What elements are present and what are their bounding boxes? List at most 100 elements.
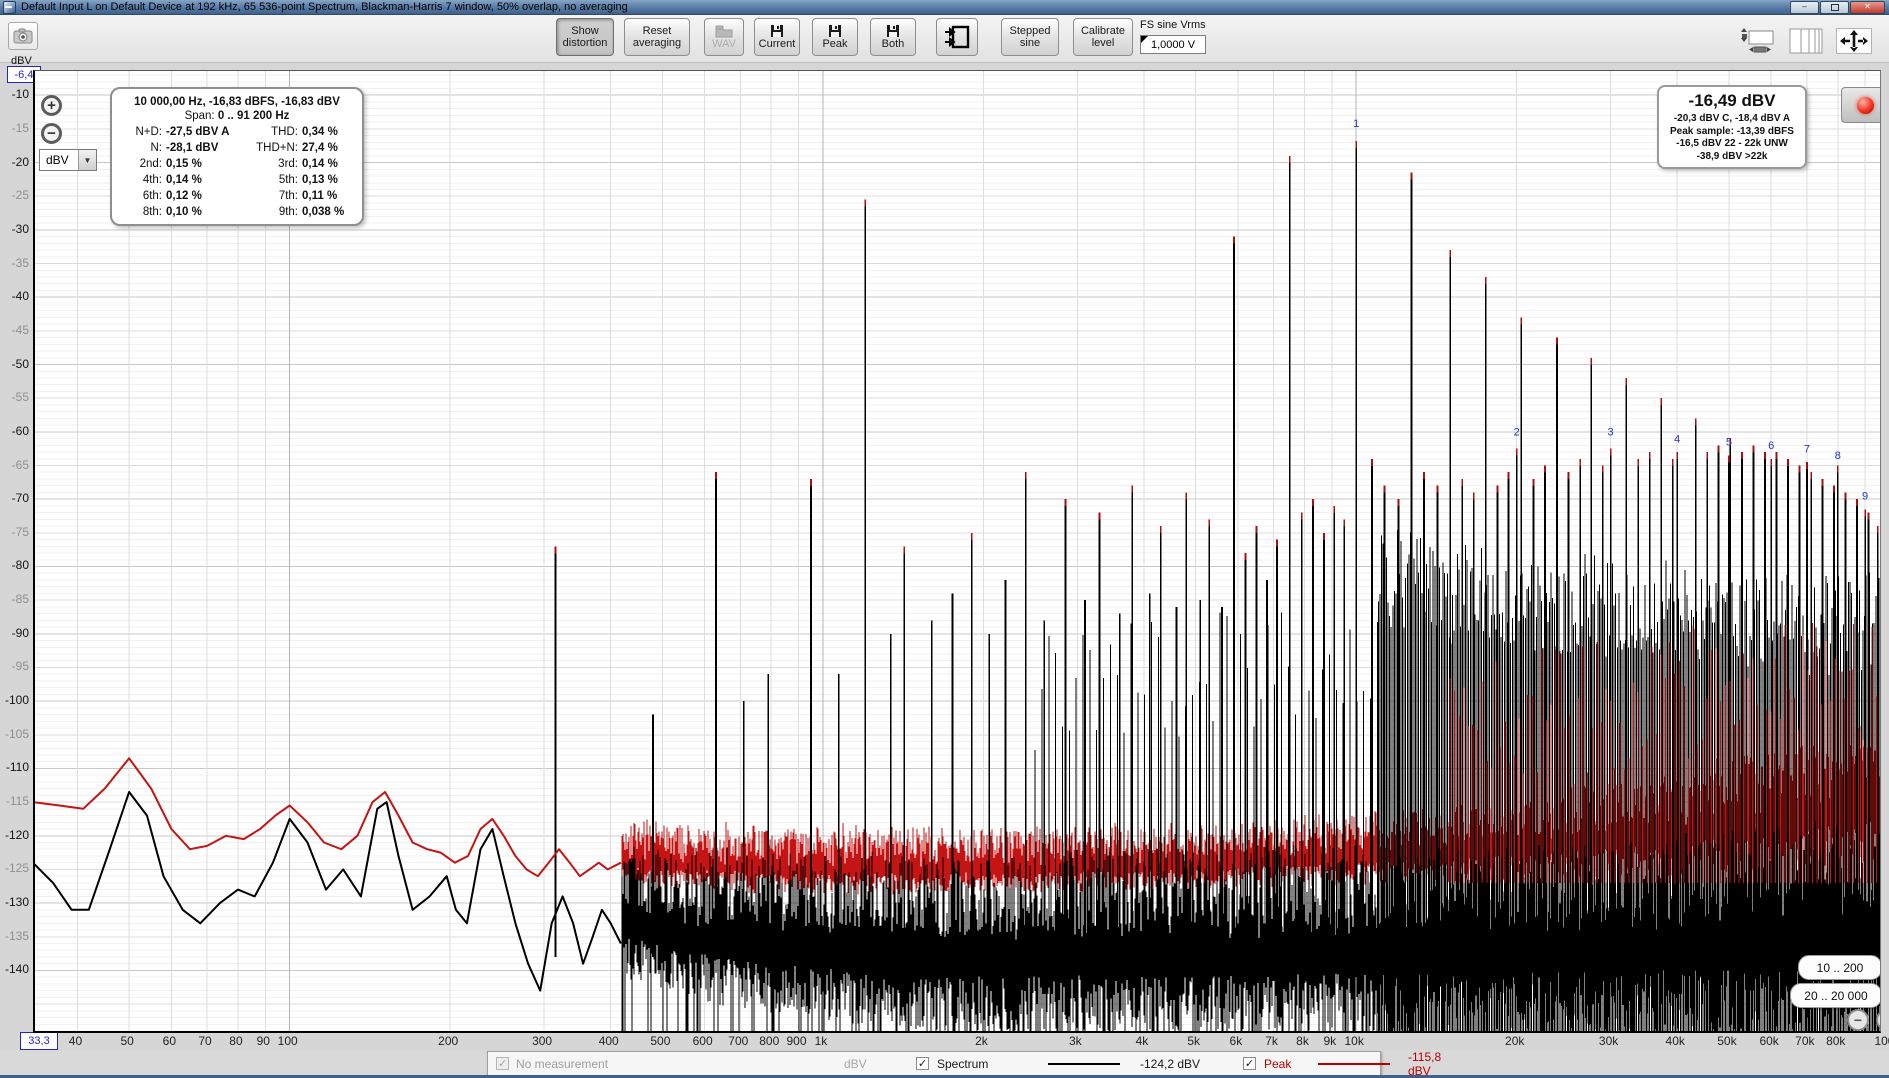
harmonic-marker-8: 8: [1835, 450, 1841, 462]
peak-spike-caps: [554, 141, 1879, 560]
distortion-cell: THD+N:: [256, 142, 298, 154]
stepped-sine-label: Stepped sine: [1009, 25, 1051, 49]
camera-icon: [13, 28, 33, 44]
x-axis-label: 100k: [1874, 1034, 1889, 1048]
zoom-in-y-button[interactable]: +: [41, 95, 62, 116]
expand-scale-button[interactable]: [1836, 27, 1872, 54]
screenshot-button[interactable]: [8, 22, 38, 50]
distortion-cell: 0,14 %: [166, 174, 202, 186]
distortion-cell: 7th:: [278, 190, 298, 202]
legend-unit-label: dBV: [844, 1056, 867, 1071]
x-axis-label: 4k: [1135, 1034, 1149, 1048]
minimize-button[interactable]: –: [1790, 0, 1819, 14]
x-axis-left-value-field[interactable]: 33,3: [20, 1032, 58, 1050]
spectrum-line-sample: [1048, 1062, 1120, 1065]
y-unit-dropdown[interactable]: dBV ▼: [39, 149, 97, 171]
zoom-out-x-button[interactable]: −: [1847, 1009, 1869, 1031]
distortion-cell: 0,10 %: [166, 206, 202, 218]
toolbar: Show distortion Reset averaging WAV Curr…: [0, 15, 1889, 63]
x-axis-label: 3k: [1069, 1034, 1082, 1048]
distortion-cell: 8th:: [142, 206, 162, 218]
level-line5: -38,9 dBV >22k: [1696, 150, 1768, 162]
x-axis-label: 20k: [1505, 1034, 1525, 1048]
zoom-out-y-button[interactable]: −: [41, 123, 62, 144]
y-axis-label: -80: [11, 558, 29, 573]
distortion-cell: THD:: [271, 126, 298, 138]
y-axis-label: -75: [11, 524, 29, 539]
level-line3: Peak sample: -13,39 dBFS: [1670, 125, 1794, 137]
spectrum-checkbox[interactable]: ✓: [916, 1057, 929, 1070]
distortion-cell: 9th:: [278, 206, 298, 218]
y-axis-label: -45: [11, 322, 29, 337]
distortion-cell: 0,038 %: [302, 206, 345, 218]
y-axis-label: -135: [4, 928, 29, 943]
cursor-readout: 10 000,00 Hz, -16,83 dBFS, -16,83 dBV: [134, 96, 340, 108]
y-axis-label: -125: [4, 861, 29, 876]
x-axis-label: 40k: [1665, 1034, 1685, 1048]
distortion-cell: 6th:: [142, 190, 162, 202]
save-peak-label: Peak: [822, 38, 848, 50]
distortion-cell: 2nd:: [139, 158, 162, 170]
restore-button[interactable]: [1820, 0, 1849, 14]
frequency-bands-button[interactable]: [1788, 27, 1824, 54]
fit-amplitude-button[interactable]: [1740, 27, 1776, 54]
show-distortion-label: Show distortion: [562, 25, 608, 49]
title-bar: Default Input L on Default Device at 192…: [0, 0, 1889, 15]
save-current-button[interactable]: Current: [754, 18, 800, 56]
window-title: Default Input L on Default Device at 192…: [21, 1, 628, 13]
spectrum-lf-curve: [35, 791, 622, 992]
fs-sine-vrms-value: 1,0000 V: [1151, 38, 1196, 51]
calibrate-level-button[interactable]: Calibrate level: [1073, 18, 1133, 56]
reset-averaging-button[interactable]: Reset averaging: [624, 18, 690, 56]
level-line4: -16,5 dBV 22 - 22k UNW: [1676, 138, 1788, 149]
loopback-button[interactable]: [936, 18, 978, 56]
close-button[interactable]: ✕: [1850, 0, 1885, 14]
distortion-cell: N:: [150, 142, 163, 154]
x-axis-label: 50: [120, 1034, 134, 1048]
record-button[interactable]: [1841, 87, 1880, 123]
fs-sine-vrms-input[interactable]: 1,0000 V: [1140, 35, 1206, 54]
y-axis-label: -40: [11, 289, 29, 304]
span-label: Span:: [184, 110, 215, 122]
x-axis-label: 600: [692, 1034, 713, 1048]
y-unit-dropdown-value: dBV: [46, 153, 69, 167]
x-axis-label: 6k: [1229, 1034, 1243, 1048]
x-axis-label: 40: [68, 1034, 83, 1048]
save-wav-button[interactable]: WAV: [704, 18, 744, 56]
y-axis-label: -120: [4, 827, 29, 842]
y-axis-label: -95: [11, 659, 29, 674]
distortion-cell: 0,34 %: [302, 126, 338, 138]
range-20-20000-button[interactable]: 20 .. 20 000: [1790, 983, 1880, 1008]
range-10-200-button[interactable]: 10 .. 200: [1798, 955, 1880, 980]
no-measurement-checkbox[interactable]: ✓: [496, 1057, 509, 1070]
x-axis-label: 30k: [1598, 1034, 1619, 1048]
x-axis-label: 300: [532, 1034, 553, 1048]
frequency-bands-icon: [1789, 28, 1823, 53]
spectrum-legend-value: -124,2 dBV: [1140, 1056, 1201, 1071]
y-axis-label: -15: [11, 120, 29, 135]
harmonic-marker-6: 6: [1768, 440, 1774, 452]
x-axis-label: 50k: [1717, 1034, 1737, 1048]
save-peak-button[interactable]: Peak: [812, 18, 858, 56]
record-icon: [1856, 96, 1874, 114]
save-both-button[interactable]: Both: [870, 18, 916, 56]
reset-averaging-label: Reset averaging: [632, 25, 682, 49]
spectrum-plot[interactable]: 1 2 3 4 5 6 7 8 9 + − dBV ▼ 10 000,00 Hz, -16,83…: [33, 70, 1881, 1033]
y-axis-label: -55: [11, 390, 29, 405]
x-axis-label: 5k: [1187, 1034, 1200, 1048]
spectrum-legend-label: Spectrum: [937, 1056, 989, 1071]
x-axis-label: 100: [277, 1034, 298, 1048]
level-readout-box: -16,49 dBV -20,3 dBV C, -18,4 dBV A Peak…: [1657, 85, 1807, 169]
distortion-cell: 0,14 %: [302, 158, 338, 170]
stepped-sine-button[interactable]: Stepped sine: [1001, 18, 1059, 56]
x-axis-label: 500: [650, 1034, 671, 1048]
x-axis-label: 200: [438, 1034, 459, 1048]
show-distortion-button[interactable]: Show distortion: [556, 18, 614, 56]
peak-checkbox[interactable]: ✓: [1243, 1057, 1256, 1070]
harmonic-marker-3: 3: [1608, 427, 1614, 439]
harmonic-marker-4: 4: [1674, 433, 1680, 445]
fs-sine-vrms-label: FS sine Vrms: [1140, 19, 1206, 31]
save-wav-label: WAV: [712, 37, 736, 50]
spectrum-analyzer-window: { "window": { "title": "Default Input L …: [0, 0, 1889, 1078]
y-axis-label: -130: [4, 895, 29, 910]
